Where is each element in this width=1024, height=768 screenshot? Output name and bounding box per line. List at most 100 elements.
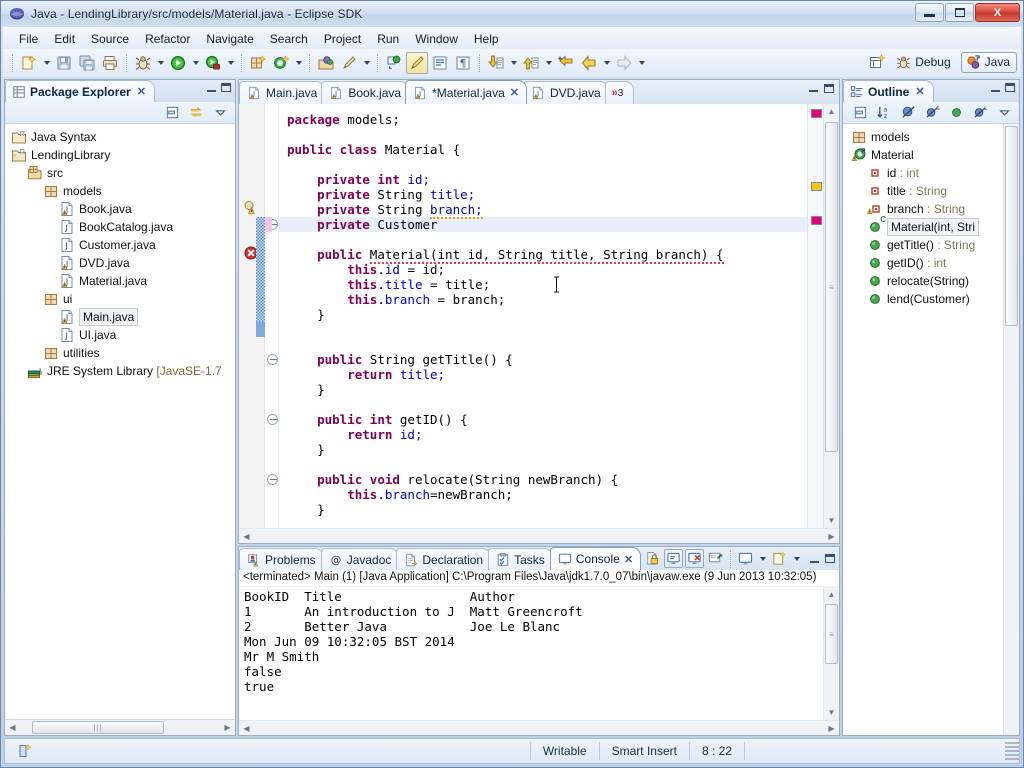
resize-grip[interactable] (1005, 742, 1019, 760)
menu-search[interactable]: Search (262, 30, 316, 48)
menu-source[interactable]: Source (83, 30, 137, 48)
console-tab-console[interactable]: Console ✕ (549, 547, 642, 570)
minimize-view-button[interactable] (207, 84, 216, 92)
tree-item-utilities[interactable]: utilities (5, 344, 235, 362)
tree-item-lendinglibrary[interactable]: LendingLibrary (5, 146, 235, 164)
hide-static-button[interactable]: S (921, 102, 943, 124)
outline-body[interactable]: models Material id : int title : String bran… (843, 124, 1019, 735)
new-java-class-dropdown-arrow[interactable] (293, 52, 304, 74)
display-selected-console-button-dropdown-arrow[interactable] (757, 549, 768, 568)
new-wizard-dropdown-arrow[interactable] (41, 52, 52, 74)
tree-item-ui[interactable]: ui (5, 290, 235, 308)
hscroll-thumb[interactable]: ||| (32, 721, 164, 734)
console-vscroll-thumb[interactable]: ≡ (825, 604, 838, 664)
editor-tab-dvd-java[interactable]: J DVD.java (522, 81, 609, 104)
next-annotation-button[interactable] (485, 52, 507, 74)
tree-item-java-syntax[interactable]: Java Syntax (5, 128, 235, 146)
open-type-button[interactable] (315, 52, 337, 74)
pin-console-button[interactable] (706, 549, 725, 568)
menu-help[interactable]: Help (466, 30, 507, 48)
maximize-button[interactable] (945, 3, 974, 22)
console-scroll-left-arrow-icon[interactable]: ◀ (239, 721, 254, 736)
overview-warning[interactable] (811, 182, 822, 191)
tree-item-dvd-java[interactable]: J DVD.java (5, 254, 235, 272)
editor-tab-book-java[interactable]: J Book.java (321, 81, 410, 104)
console-tab-declaration[interactable]: Declaration (396, 548, 492, 570)
editor-annotation-gutter[interactable] (239, 104, 265, 528)
tree-item-material-java[interactable]: J Material.java (5, 272, 235, 290)
next-annotation-dropdown-arrow[interactable] (508, 52, 519, 74)
package-explorer-tree[interactable]: Java Syntax LendingLibrary src models J Book.… (5, 124, 235, 380)
menu-refactor[interactable]: Refactor (137, 30, 198, 48)
link-editor-button[interactable] (185, 102, 207, 124)
close-icon[interactable]: ✕ (510, 86, 519, 99)
fold-collapse-icon[interactable] (267, 474, 278, 485)
warning-marker[interactable] (243, 200, 259, 216)
outline-item-models[interactable]: models (843, 128, 1019, 146)
console-body[interactable]: BookID Title Author 1 An introduction to… (239, 587, 839, 720)
console-scroll-up-arrow-icon[interactable]: ▲ (824, 587, 839, 602)
outline-item-material[interactable]: Material (843, 146, 1019, 164)
minimize-button[interactable] (915, 3, 944, 22)
outline-item-relocate-string[interactable]: relocate(String) (843, 272, 1019, 290)
hide-nonpublic-button[interactable] (945, 102, 967, 124)
back-dropdown-arrow[interactable] (601, 52, 612, 74)
minimize-console-button[interactable] (810, 555, 819, 563)
run-button[interactable] (167, 52, 189, 74)
toggle-block-selection-button[interactable] (429, 52, 451, 74)
maximize-view-button[interactable] (221, 83, 231, 92)
hide-local-types-button[interactable]: L (969, 102, 991, 124)
fold-collapse-icon[interactable] (267, 414, 278, 425)
editor-folding-gutter[interactable] (265, 104, 279, 528)
hide-fields-button[interactable] (897, 102, 919, 124)
outline-item-material-int-stri[interactable]: C Material(int, Stri (843, 215, 1019, 236)
editor-tab-material-java[interactable]: J *Material.java ✕ (405, 80, 527, 104)
menu-edit[interactable]: Edit (46, 30, 83, 48)
tree-item-jre-system-library[interactable]: JRE System Library [JavaSE-1.7 (5, 362, 235, 380)
console-vscrollbar[interactable]: ▲ ≡ ▼ (823, 587, 839, 720)
previous-annotation-dropdown-arrow[interactable] (543, 52, 554, 74)
run-dropdown-arrow[interactable] (190, 52, 201, 74)
collapse-all-button[interactable] (849, 102, 871, 124)
editor-code-area[interactable]: package models; public class Material { … (279, 104, 807, 528)
outline-item-lend-customer[interactable]: lend(Customer) (843, 290, 1019, 308)
collapse-all-button[interactable] (161, 102, 183, 124)
new-java-package-button[interactable] (247, 52, 269, 74)
package-explorer-body[interactable]: Java Syntax LendingLibrary src models J Book.… (5, 124, 235, 735)
close-icon[interactable]: ✕ (624, 553, 633, 566)
save-all-button[interactable] (76, 52, 98, 74)
tab-outline[interactable]: Outline ✕ (843, 80, 934, 102)
overview-error-top[interactable] (811, 109, 822, 118)
overview-error[interactable] (811, 216, 822, 225)
console-scroll-right-arrow-icon[interactable]: ▶ (824, 721, 839, 736)
new-wizard-button[interactable] (18, 52, 40, 74)
open-console-button-dropdown-arrow[interactable] (791, 549, 802, 568)
console-tab-javadoc[interactable]: @ Javadoc (320, 548, 400, 570)
show-whitespace-button[interactable]: ¶ (452, 52, 474, 74)
toggle-mark-occurrences-button[interactable] (383, 52, 405, 74)
forward-button[interactable] (613, 52, 635, 74)
editor-tab-overflow-button[interactable]: » 3 (604, 81, 635, 104)
maximize-outline-button[interactable] (1005, 83, 1015, 92)
console-tab-tasks[interactable]: Tasks (488, 548, 553, 570)
outline-item-getid-int[interactable]: getID() : int (843, 254, 1019, 272)
editor-scroll-left-arrow-icon[interactable]: ◀ (239, 529, 254, 544)
debug-dropdown-arrow[interactable] (155, 52, 166, 74)
minimize-editor-button[interactable] (809, 84, 818, 92)
open-perspective-button[interactable] (866, 51, 888, 73)
maximize-console-button[interactable] (825, 554, 835, 563)
editor-hscroll-track[interactable] (254, 530, 824, 543)
perspective-debug[interactable]: Debug (891, 52, 957, 73)
console-hscrollbar[interactable]: ◀ ▶ (239, 720, 839, 735)
last-edit-location-button[interactable] (555, 52, 577, 74)
save-button[interactable] (53, 52, 75, 74)
console-hscroll-track[interactable] (254, 722, 824, 735)
tree-item-models[interactable]: models (5, 182, 235, 200)
outline-item-gettitle-string[interactable]: getTitle() : String (843, 236, 1019, 254)
new-java-class-button[interactable] (270, 52, 292, 74)
outline-item-id-int[interactable]: id : int (843, 164, 1019, 182)
close-icon[interactable]: ✕ (915, 85, 924, 98)
tree-item-src[interactable]: src (5, 164, 235, 182)
package-explorer-hscrollbar[interactable]: ◀ ||| ▶ (5, 719, 235, 735)
scroll-left-arrow-icon[interactable]: ◀ (5, 720, 20, 735)
